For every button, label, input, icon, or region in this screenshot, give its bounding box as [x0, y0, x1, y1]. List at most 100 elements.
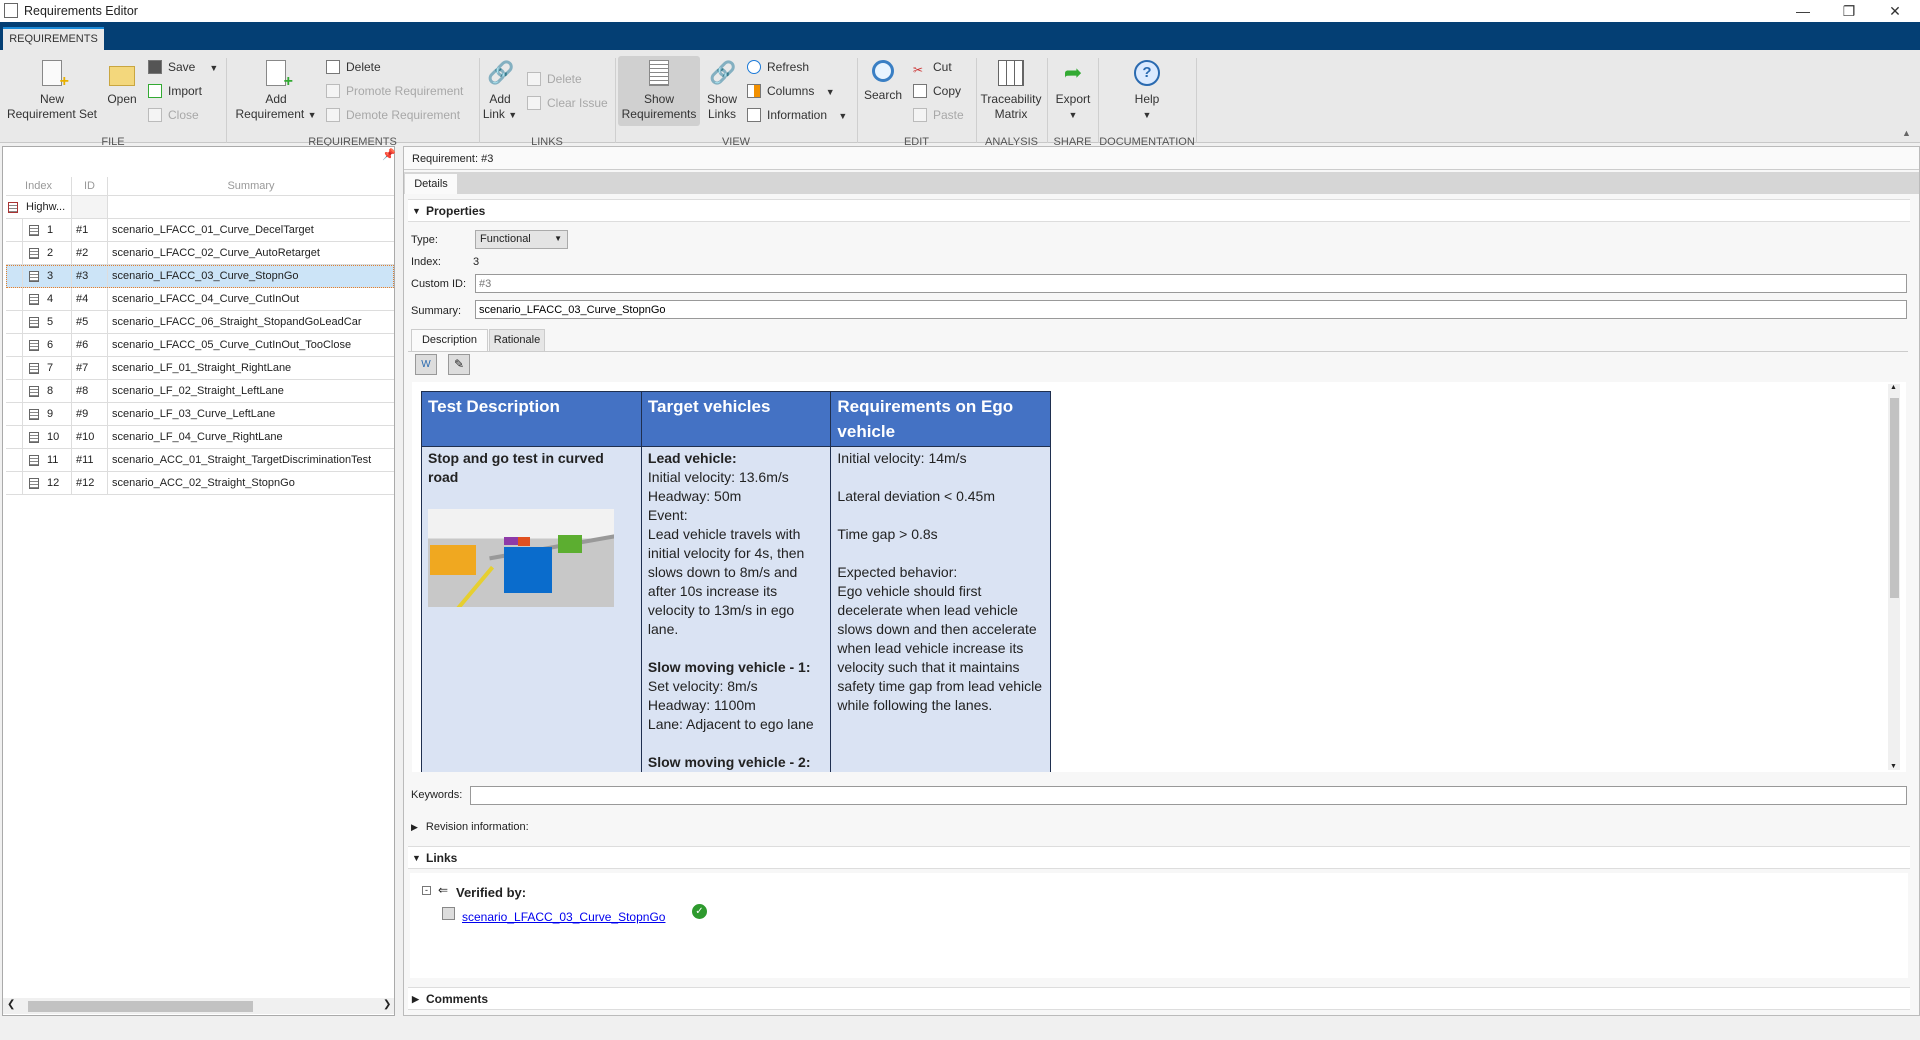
ribbon-toolbar: + New Requirement Set Open Save ▼ Import C…: [0, 50, 1920, 148]
save-button[interactable]: Save ▼: [148, 58, 218, 76]
tab-description[interactable]: Description: [411, 329, 488, 351]
linked-test-link[interactable]: scenario_LFACC_03_Curve_StopnGo: [462, 910, 665, 924]
row-id: #2: [72, 242, 108, 264]
divider: [1047, 58, 1048, 143]
search-button[interactable]: Search: [862, 60, 904, 103]
index-label: Index:: [411, 256, 441, 268]
test-case-icon: [442, 907, 455, 920]
table-row[interactable]: 5 #5 scenario_LFACC_06_Straight_StopandGoL…: [6, 311, 394, 334]
help-button[interactable]: ? Help ▼: [1124, 60, 1170, 123]
cut-button[interactable]: ✂ Cut: [913, 58, 952, 77]
tab-rationale[interactable]: Rationale: [489, 329, 545, 351]
scroll-up-icon[interactable]: ▲: [1890, 384, 1897, 391]
refresh-button[interactable]: Refresh: [747, 58, 809, 76]
chevron-down-icon[interactable]: ▼: [838, 111, 847, 121]
table-row[interactable]: 2 #2 scenario_LFACC_02_Curve_AutoRetarget: [6, 242, 394, 265]
scroll-down-icon[interactable]: ▼: [1890, 763, 1897, 770]
scroll-right-icon[interactable]: ❯: [383, 999, 391, 1010]
chevron-down-icon[interactable]: ▼: [209, 63, 218, 73]
promote-requirement-button[interactable]: Promote Requirement: [326, 82, 463, 100]
traceability-matrix-button[interactable]: Traceability Matrix: [976, 60, 1046, 122]
close-icon[interactable]: ✕: [1872, 0, 1918, 22]
add-link-button[interactable]: 🔗 Add Link ▼: [482, 60, 518, 123]
tab-details[interactable]: Details: [405, 174, 457, 194]
chevron-down-icon[interactable]: ▼: [508, 110, 517, 120]
new-requirement-set-button[interactable]: + New Requirement Set: [4, 60, 100, 122]
demote-requirement-button[interactable]: Demote Requirement: [326, 106, 460, 124]
scrollbar-thumb[interactable]: [1890, 398, 1899, 598]
collapse-icon[interactable]: -: [422, 886, 431, 895]
table-row[interactable]: 12 #12 scenario_ACC_02_Straight_StopnGo: [6, 472, 394, 495]
requirement-set-icon: [8, 201, 18, 213]
clear-issue-button[interactable]: Clear Issue: [527, 94, 608, 112]
open-button[interactable]: Open: [104, 62, 140, 107]
chevron-down-icon[interactable]: ▼: [1143, 110, 1152, 120]
chevron-down-icon: ▼: [554, 234, 562, 243]
row-id: #7: [72, 357, 108, 379]
row-summary: scenario_LF_02_Straight_LeftLane: [112, 385, 284, 397]
table-row[interactable]: 1 #1 scenario_LFACC_01_Curve_DecelTarget: [6, 219, 394, 242]
revision-information-toggle[interactable]: ▶ Revision information:: [411, 821, 529, 833]
table-row[interactable]: 3 #3 scenario_LFACC_03_Curve_StopnGo: [6, 265, 394, 288]
column-header-id[interactable]: ID: [72, 177, 108, 195]
keywords-input[interactable]: [470, 786, 1907, 805]
paste-icon: [913, 108, 927, 122]
delete-requirement-button[interactable]: Delete: [326, 58, 381, 76]
show-requirements-button[interactable]: Show Requirements: [618, 56, 700, 126]
requirement-icon: [29, 385, 39, 397]
requirement-icon: [29, 431, 39, 443]
paste-button[interactable]: Paste: [913, 106, 964, 124]
column-header-summary[interactable]: Summary: [108, 177, 394, 195]
show-links-button[interactable]: 🔗 Show Links: [704, 60, 740, 122]
information-button[interactable]: Information ▼: [747, 106, 847, 124]
table-row[interactable]: 4 #4 scenario_LFACC_04_Curve_CutInOut: [6, 288, 394, 311]
type-dropdown[interactable]: Functional ▼: [475, 230, 568, 249]
restore-icon[interactable]: ❐: [1826, 0, 1872, 22]
properties-section-header[interactable]: ▼ Properties: [408, 199, 1910, 222]
custom-id-input[interactable]: [475, 274, 1907, 293]
chevron-down-icon[interactable]: ▼: [826, 87, 835, 97]
expand-triangle-icon: ▼: [412, 206, 421, 216]
lead-vehicle-title: Lead vehicle:: [647, 450, 737, 466]
scissors-icon: ✂: [913, 63, 924, 77]
copy-button[interactable]: Copy: [913, 82, 961, 100]
minimize-icon[interactable]: —: [1780, 0, 1826, 22]
edit-in-word-icon[interactable]: W: [415, 354, 437, 375]
table-row[interactable]: 8 #8 scenario_LF_02_Straight_LeftLane: [6, 380, 394, 403]
scroll-left-icon[interactable]: ❮: [7, 999, 15, 1010]
row-index: 5: [47, 316, 54, 328]
summary-input[interactable]: [475, 300, 1907, 319]
tab-requirements[interactable]: REQUIREMENTS: [3, 27, 104, 50]
add-requirement-button[interactable]: + Add Requirement ▼: [230, 60, 322, 123]
scenario-image: [428, 509, 614, 607]
expand-triangle-icon: ▼: [412, 853, 421, 863]
import-button[interactable]: Import: [148, 82, 202, 100]
tree-root-row[interactable]: Highw...: [6, 196, 394, 219]
divider: [615, 58, 616, 143]
pin-icon[interactable]: 📌: [382, 148, 396, 161]
chevron-down-icon[interactable]: ▼: [308, 110, 317, 120]
row-id: #5: [72, 311, 108, 333]
chevron-down-icon[interactable]: ▼: [1069, 110, 1078, 120]
table-row[interactable]: 9 #9 scenario_LF_03_Curve_LeftLane: [6, 403, 394, 426]
close-button[interactable]: Close: [148, 106, 199, 124]
collapse-ribbon-icon[interactable]: ▲: [1902, 128, 1911, 138]
table-row[interactable]: 6 #6 scenario_LFACC_05_Curve_CutInOut_TooC…: [6, 334, 394, 357]
scrollbar-thumb[interactable]: [28, 1001, 253, 1012]
edit-description-icon[interactable]: ✎: [448, 354, 470, 375]
delete-link-icon: [527, 72, 541, 86]
requirements-icon: [649, 60, 669, 86]
table-row[interactable]: 11 #11 scenario_ACC_01_Straight_TargetDisc…: [6, 449, 394, 472]
columns-button[interactable]: Columns ▼: [747, 82, 835, 100]
table-row[interactable]: 10 #10 scenario_LF_04_Curve_RightLane: [6, 426, 394, 449]
comments-section-header[interactable]: ▶ Comments: [408, 987, 1910, 1010]
description-editor[interactable]: Test Description Target vehicles Require…: [412, 382, 1906, 772]
column-header-index[interactable]: Index: [6, 177, 72, 195]
links-section-header[interactable]: ▼ Links: [408, 846, 1910, 869]
divider: [408, 351, 1908, 352]
divider: [1098, 58, 1099, 143]
export-button[interactable]: ➦ Export ▼: [1050, 60, 1096, 123]
table-row[interactable]: 7 #7 scenario_LF_01_Straight_RightLane: [6, 357, 394, 380]
delete-link-button[interactable]: Delete: [527, 70, 582, 88]
arrow-left-icon: ⇐: [438, 883, 449, 897]
